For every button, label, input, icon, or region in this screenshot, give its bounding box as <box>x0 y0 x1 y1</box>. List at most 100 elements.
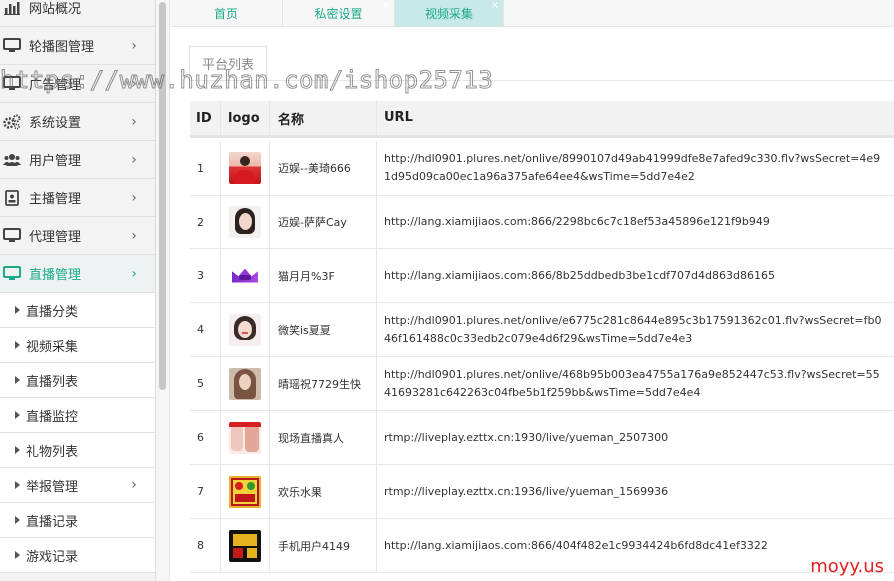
sidebar-item-agents[interactable]: 代理管理 › <box>0 217 155 255</box>
sidebar-subitem-live-category[interactable]: 直播分类 <box>0 293 155 328</box>
cell-url: rtmp://liveplay.ezttx.cn:1930/live/yuema… <box>384 430 669 444</box>
table-row[interactable]: 4 微笑is夏夏 http://hdl0901.plures.net/onlive/… <box>190 303 894 357</box>
cell-id: 7 <box>190 465 221 518</box>
table-row[interactable]: 6 现场直播真人 rtmp://liveplay.ezttx.cn:1930/liv… <box>190 411 894 465</box>
platform-logo-image <box>229 367 261 400</box>
column-header-id: ID <box>190 101 221 135</box>
sidebar-subitem-label: 直播分类 <box>26 304 79 320</box>
table-row[interactable]: 2 迈娱-萨萨Cay http://lang.xiamijiaos.com:866/… <box>190 196 894 249</box>
sidebar-item-label: 直播管理 <box>29 268 82 283</box>
cell-url: http://hdl0901.plures.net/onlive/8990107… <box>384 152 881 183</box>
table-row[interactable]: 7 欢乐水果 rtmp://liveplay.ezttx.cn:1936/live/… <box>190 465 894 519</box>
sidebar-item-live[interactable]: 直播管理 › <box>0 255 155 293</box>
sidebar-subitem-label: 游戏记录 <box>26 549 79 565</box>
gears-icon <box>3 113 21 131</box>
sidebar-item-label: 主播管理 <box>29 192 82 207</box>
caret-right-icon <box>15 516 20 524</box>
caret-right-icon <box>15 551 20 559</box>
cell-logo <box>221 249 270 302</box>
sidebar-subitem-live-records[interactable]: 直播记录 <box>0 503 155 538</box>
sidebar-scrollbar[interactable] <box>156 0 170 581</box>
cell-url: rtmp://liveplay.ezttx.cn:1936/live/yuema… <box>384 484 669 498</box>
scrollbar-thumb[interactable] <box>159 2 166 390</box>
tab-video-collect[interactable]: 视频采集 × <box>395 0 504 27</box>
cell-id: 3 <box>190 249 221 302</box>
panel-tab-label: 平台列表 <box>201 58 254 73</box>
tab-home[interactable]: 首页 <box>170 0 283 27</box>
cell-name: 微笑is夏夏 <box>270 303 377 356</box>
monitor-icon <box>3 227 21 245</box>
sidebar-subitem-reports[interactable]: 举报管理 › <box>0 468 155 503</box>
cell-id: 1 <box>190 141 221 195</box>
cell-url: http://lang.xiamijiaos.com:866/8b25ddbed… <box>384 268 775 282</box>
caret-right-icon <box>15 376 20 384</box>
tab-label: 视频采集 <box>424 7 473 21</box>
platform-logo-image <box>229 313 261 346</box>
app-window: 网站概况 轮播图管理 › 广告管理 › 系统设置 › 用户管理 › 主播管理 ›… <box>0 0 894 581</box>
chevron-right-icon: › <box>131 265 137 282</box>
sidebar-subitem-label: 直播监控 <box>26 409 79 425</box>
column-header-url: URL <box>384 110 413 125</box>
monitor-icon <box>3 265 21 283</box>
column-header-logo: logo <box>221 101 270 135</box>
table-row[interactable]: 1 迈娱--美琦666 http://hdl0901.plures.net/onli… <box>190 141 894 196</box>
chevron-right-icon: › <box>131 227 137 244</box>
platform-logo-image <box>229 475 261 508</box>
cell-url: http://lang.xiamijiaos.com:866/2298bc6c7… <box>384 215 770 228</box>
bar-chart-icon <box>3 0 21 17</box>
sidebar-item-carousel[interactable]: 轮播图管理 › <box>0 27 155 65</box>
tab-platform-list[interactable]: 平台列表 <box>189 46 267 80</box>
sidebar-item-label: 系统设置 <box>29 116 82 131</box>
caret-right-icon <box>15 306 20 314</box>
platform-logo-image <box>229 152 261 184</box>
id-card-icon <box>3 189 21 207</box>
cell-url: http://hdl0901.plures.net/onlive/468b95b… <box>384 367 880 399</box>
tab-label: 私密设置 <box>314 7 363 21</box>
sidebar-subitem-label: 举报管理 <box>26 479 79 495</box>
caret-right-icon <box>15 341 20 349</box>
cell-name: 晴瑶祝7729生快 <box>270 357 377 410</box>
sidebar-subitem-gift-list[interactable]: 礼物列表 <box>0 433 155 468</box>
sidebar-item-users[interactable]: 用户管理 › <box>0 141 155 179</box>
sidebar-subitem-live-monitor[interactable]: 直播监控 <box>0 398 155 433</box>
table-row[interactable]: 8 手机用户4149 http://lang.xiamijiaos.com:866/… <box>190 519 894 573</box>
users-icon <box>3 151 21 169</box>
table-header: ID logo 名称 URL <box>190 101 894 138</box>
sidebar-subitem-label: 礼物列表 <box>26 444 79 460</box>
monitor-icon <box>3 75 21 93</box>
sidebar-subitem-video-collect[interactable]: 视频采集 <box>0 328 155 363</box>
cell-url: http://hdl0901.plures.net/onlive/e6775c2… <box>384 313 882 345</box>
caret-right-icon <box>15 481 20 489</box>
chevron-right-icon: › <box>131 189 137 206</box>
cell-id: 5 <box>190 357 221 410</box>
sidebar-item-ads[interactable]: 广告管理 › <box>0 65 155 103</box>
sidebar-item-system-settings[interactable]: 系统设置 › <box>0 103 155 141</box>
cell-logo <box>221 303 270 356</box>
cell-logo <box>221 196 270 248</box>
cell-name: 迈娱-萨萨Cay <box>270 196 377 248</box>
sidebar-subitem-label: 视频采集 <box>26 339 79 355</box>
sidebar-subitem-live-list[interactable]: 直播列表 <box>0 363 155 398</box>
table-row[interactable]: 3 猫月月%3F http://lang.xiamijiaos.com:866/8b… <box>190 249 894 303</box>
close-icon[interactable]: × <box>491 1 499 11</box>
column-header-name: 名称 <box>270 101 377 135</box>
cell-name: 迈娱--美琦666 <box>270 141 377 195</box>
chevron-right-icon: › <box>131 113 137 130</box>
sidebar-subitem-game-records[interactable]: 游戏记录 <box>0 538 155 573</box>
main-content: 平台列表 ID logo 名称 URL 1 迈娱--美琦666 http://hdl… <box>170 27 894 581</box>
close-icon[interactable]: × <box>382 1 390 11</box>
platform-logo-image <box>229 259 261 292</box>
platform-logo-image <box>229 421 261 454</box>
sidebar-item-label: 用户管理 <box>29 154 82 169</box>
sidebar-subitem-label: 直播列表 <box>26 374 79 390</box>
caret-right-icon <box>15 411 20 419</box>
cell-name: 手机用户4149 <box>270 519 377 572</box>
sidebar-item-anchors[interactable]: 主播管理 › <box>0 179 155 217</box>
tab-label: 首页 <box>213 7 238 21</box>
tab-privacy-settings[interactable]: 私密设置 × <box>283 0 395 27</box>
platform-logo-image <box>229 529 261 562</box>
table-row[interactable]: 5 晴瑶祝7729生快 http://hdl0901.plures.net/onli… <box>190 357 894 411</box>
sidebar-subitem-label: 直播记录 <box>26 514 79 530</box>
sidebar-item-overview[interactable]: 网站概况 <box>0 0 155 27</box>
chevron-right-icon: › <box>131 37 137 54</box>
